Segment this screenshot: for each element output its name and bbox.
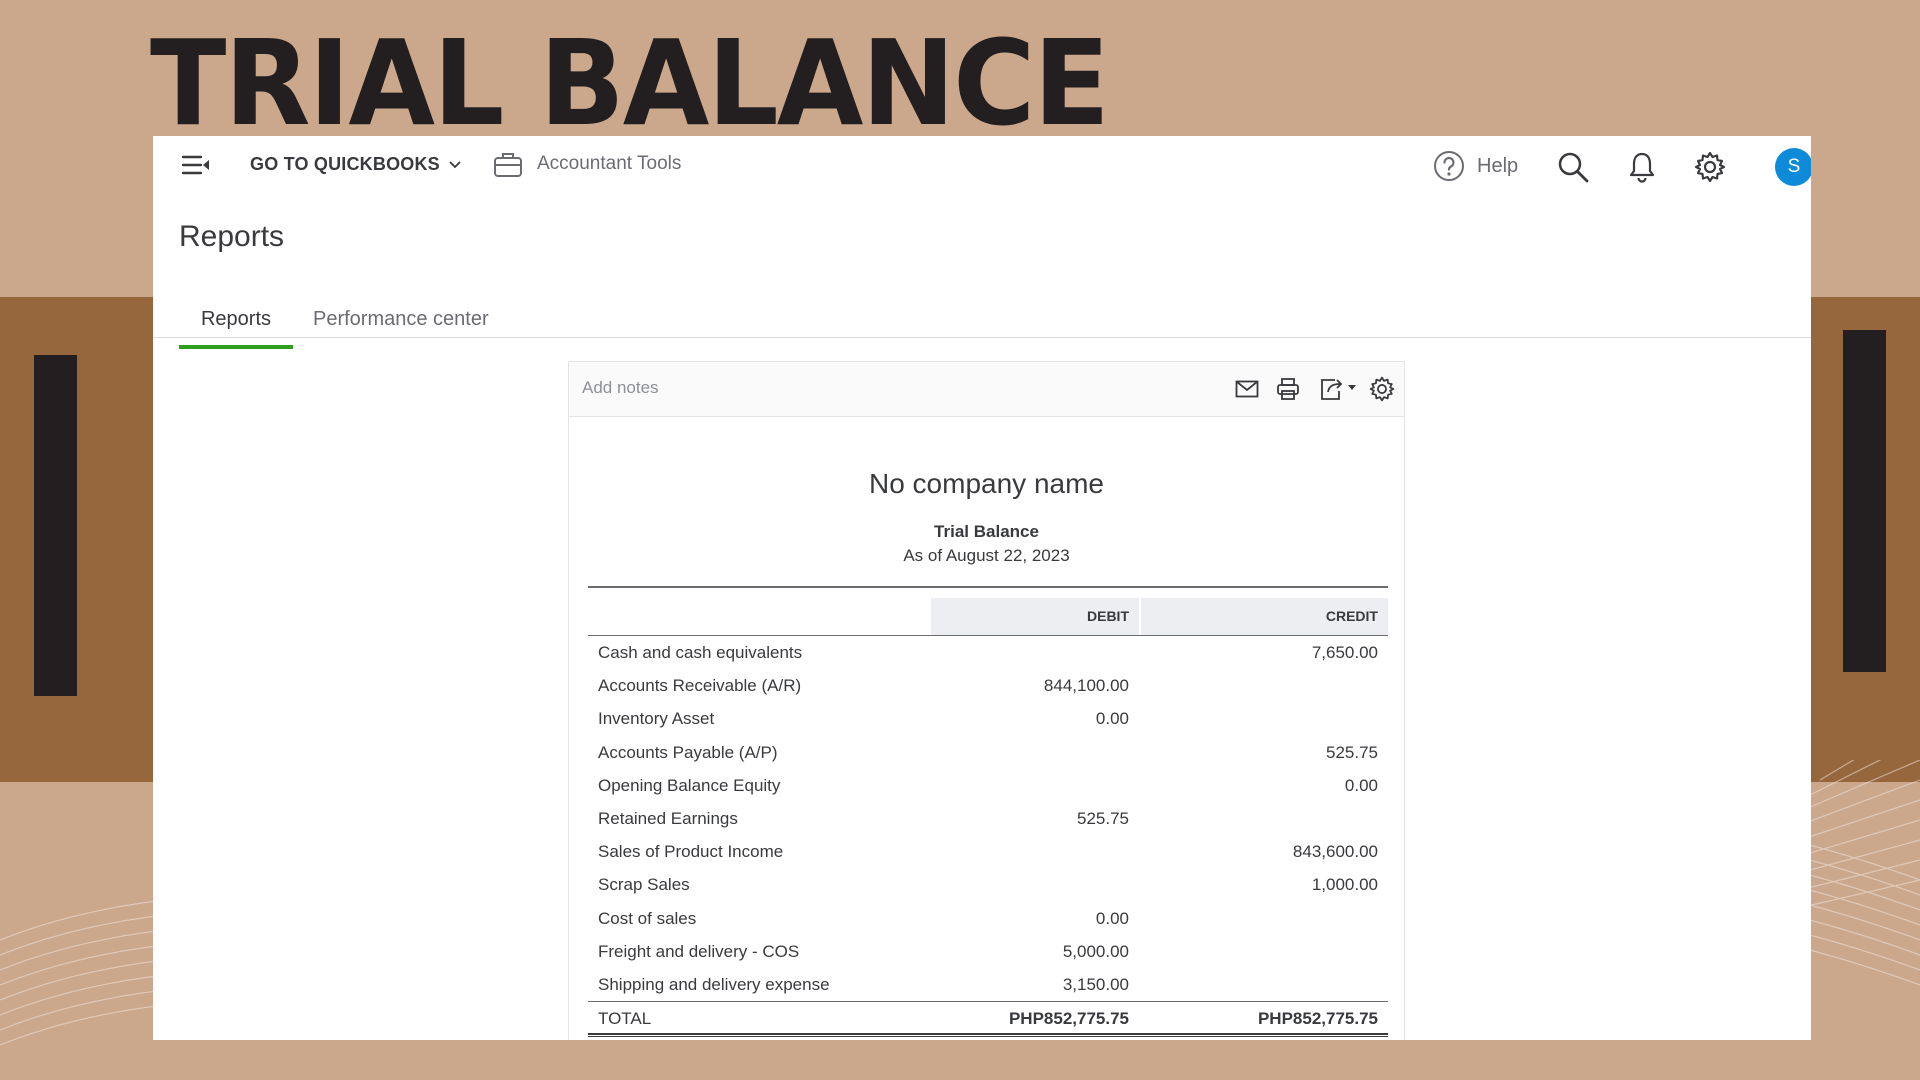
table-row: Cost of sales 0.00 (588, 902, 1388, 935)
gear-icon (1369, 376, 1395, 402)
go-to-quickbooks-button[interactable]: GO TO QUICKBOOKS (250, 154, 462, 175)
account-name: Inventory Asset (598, 709, 715, 729)
report-panel: Add notes No company name Trial Balance … (568, 361, 1405, 1040)
accountant-tools-button[interactable]: Accountant Tools (493, 150, 681, 178)
total-double-rule (588, 1033, 1388, 1038)
settings-button[interactable] (1693, 150, 1727, 184)
credit-cell[interactable]: 525.75 (1141, 736, 1378, 769)
help-button[interactable]: Help (1433, 150, 1518, 182)
search-button[interactable] (1556, 150, 1590, 184)
tab-performance-center[interactable]: Performance center (313, 308, 489, 345)
total-credit[interactable]: PHP852,775.75 (1141, 1002, 1378, 1035)
credit-cell[interactable]: 0.00 (1141, 769, 1378, 802)
account-name: Cash and cash equivalents (598, 643, 803, 662)
email-button[interactable] (1231, 374, 1263, 404)
company-name: No company name (868, 468, 1104, 499)
column-header-credit[interactable]: CREDIT (1141, 598, 1388, 635)
table-row: Retained Earnings 525.75 (588, 802, 1388, 835)
table-top-rule (588, 586, 1388, 588)
credit-cell[interactable]: 7,650.00 (1141, 636, 1378, 669)
account-name: Cost of sales (598, 908, 697, 928)
bell-icon (1629, 152, 1655, 183)
total-debit[interactable]: PHP852,775.75 (931, 1002, 1129, 1035)
table-row: Accounts Receivable (A/R) 844,100.00 (588, 669, 1388, 702)
table-row: Sales of Product Income 843,600.00 (588, 835, 1388, 868)
table-header: DEBIT CREDIT (588, 598, 1388, 636)
total-label: TOTAL (598, 1009, 652, 1029)
table-body: Cash and cash equivalents 7,650.00 Account… (588, 636, 1388, 1001)
debit-cell[interactable]: 0.00 (931, 902, 1129, 935)
table-row: Shipping and delivery expense 3,150.00 (588, 968, 1388, 1001)
debit-cell[interactable]: 844,100.00 (931, 669, 1129, 702)
menu-icon[interactable] (181, 152, 211, 178)
account-name: Sales of Product Income (598, 842, 784, 862)
account-name: Retained Earnings (598, 808, 738, 828)
table-row: Opening Balance Equity 0.00 (588, 769, 1388, 802)
page-title: Reports (179, 220, 285, 253)
help-label: Help (1477, 154, 1519, 177)
decor-bar-right (1843, 330, 1886, 672)
debit-cell[interactable]: 0.00 (931, 702, 1129, 735)
table-row: Cash and cash equivalents 7,650.00 (588, 636, 1388, 669)
accountant-tools-label: Accountant Tools (537, 153, 682, 174)
account-name: Scrap Sales (598, 875, 690, 895)
gear-icon (1694, 151, 1726, 183)
top-navigation: GO TO QUICKBOOKS Accountant Tools Help S (153, 136, 1811, 194)
decor-bar-left (34, 355, 77, 696)
tab-reports[interactable]: Reports (179, 308, 293, 349)
briefcase-icon (494, 153, 522, 177)
tab-bar: Reports Performance center (153, 296, 1811, 349)
report-date: As of August 22, 2023 (903, 546, 1070, 565)
export-icon (1321, 379, 1356, 400)
quickbooks-window: GO TO QUICKBOOKS Accountant Tools Help S… (153, 136, 1811, 1040)
table-row: Freight and delivery - COS 5,000.00 (588, 935, 1388, 968)
add-notes-button[interactable]: Add notes (582, 378, 659, 398)
print-button[interactable] (1272, 374, 1304, 404)
go-to-quickbooks-label: GO TO QUICKBOOKS (250, 154, 440, 174)
slide-title: TRIAL BALANCE (150, 15, 1110, 153)
column-header-debit[interactable]: DEBIT (931, 598, 1139, 635)
report-title: Trial Balance (934, 522, 1039, 541)
account-name: Freight and delivery - COS (598, 941, 800, 961)
account-name: Accounts Receivable (A/R) (598, 676, 802, 696)
trial-balance-table: DEBIT CREDIT Cash and cash equivalents 7,… (588, 586, 1388, 1038)
total-row: TOTAL PHP852,775.75 PHP852,775.75 (588, 1001, 1388, 1038)
avatar[interactable]: S (1775, 148, 1811, 186)
debit-cell[interactable]: 525.75 (931, 802, 1129, 835)
account-name: Opening Balance Equity (598, 775, 781, 795)
table-row: Inventory Asset 0.00 (588, 702, 1388, 735)
chevron-down-icon (449, 160, 461, 168)
search-icon (1558, 152, 1589, 183)
account-name: Shipping and delivery expense (598, 974, 830, 994)
notifications-button[interactable] (1625, 150, 1659, 184)
help-icon (1434, 151, 1464, 181)
report-settings-button[interactable] (1366, 374, 1398, 404)
print-icon (1277, 378, 1299, 400)
table-row: Accounts Payable (A/P) 525.75 (588, 736, 1388, 769)
account-name: Accounts Payable (A/P) (598, 742, 778, 762)
credit-cell[interactable]: 843,600.00 (1141, 835, 1378, 868)
table-row: Scrap Sales 1,000.00 (588, 868, 1388, 901)
debit-cell[interactable]: 5,000.00 (931, 935, 1129, 968)
debit-cell[interactable]: 3,150.00 (931, 968, 1129, 1001)
credit-cell[interactable]: 1,000.00 (1141, 868, 1378, 901)
report-toolbar: Add notes (569, 362, 1404, 417)
mail-icon (1235, 380, 1259, 398)
export-button[interactable] (1317, 374, 1361, 404)
